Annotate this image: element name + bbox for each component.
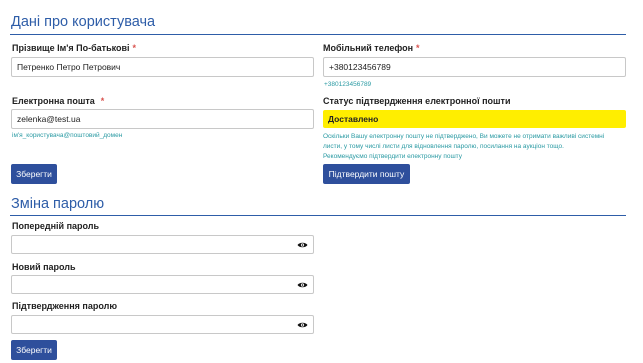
email-status-badge: Доставлено (323, 110, 626, 128)
eye-icon[interactable] (297, 321, 308, 329)
email-input[interactable]: zelenka@test.ua (11, 109, 314, 129)
required-mark: * (100, 96, 105, 106)
section-divider (10, 215, 626, 216)
new-password-input[interactable] (11, 275, 314, 294)
email-status-label: Статус підтвердження електронної пошти (323, 96, 511, 106)
save-user-button[interactable]: Зберегти (11, 164, 57, 184)
email-status-note-line-3: Рекомендуємо підтвердити електронну пошт… (323, 153, 462, 160)
password-section-title: Зміна паролю (11, 196, 105, 212)
confirm-password-label: Підтвердження паролю (12, 301, 118, 311)
new-password-label: Новий пароль (12, 262, 76, 272)
user-section-title: Дані про користувача (11, 14, 156, 30)
confirm-password-input[interactable] (11, 315, 314, 334)
save-password-button[interactable]: Зберегти (11, 340, 57, 360)
eye-icon[interactable] (297, 241, 308, 249)
section-divider (10, 34, 626, 35)
previous-password-label: Попередній пароль (12, 221, 100, 231)
previous-password-input[interactable] (11, 235, 314, 254)
email-label: Електронна пошта * (12, 96, 105, 106)
full-name-label: Прізвище Ім'я По-батькові * (12, 43, 137, 53)
confirm-email-button[interactable]: Підтвердити пошту (323, 164, 410, 184)
email-hint: ім'я_користувача@поштовий_домен (12, 132, 123, 139)
phone-hint: +380123456789 (324, 81, 372, 88)
email-status-note-line-2: листи, у тому числі листи для відновленн… (323, 143, 564, 150)
full-name-input[interactable]: Петренко Петро Петрович (11, 57, 314, 77)
eye-icon[interactable] (297, 281, 308, 289)
email-status-note-line-1: Оскільки Вашу електронну пошту не підтве… (323, 133, 605, 140)
required-mark: * (132, 43, 137, 53)
required-mark: * (416, 43, 420, 53)
phone-label: Мобільний телефон * (323, 43, 420, 53)
phone-input[interactable]: +380123456789 (323, 57, 626, 77)
